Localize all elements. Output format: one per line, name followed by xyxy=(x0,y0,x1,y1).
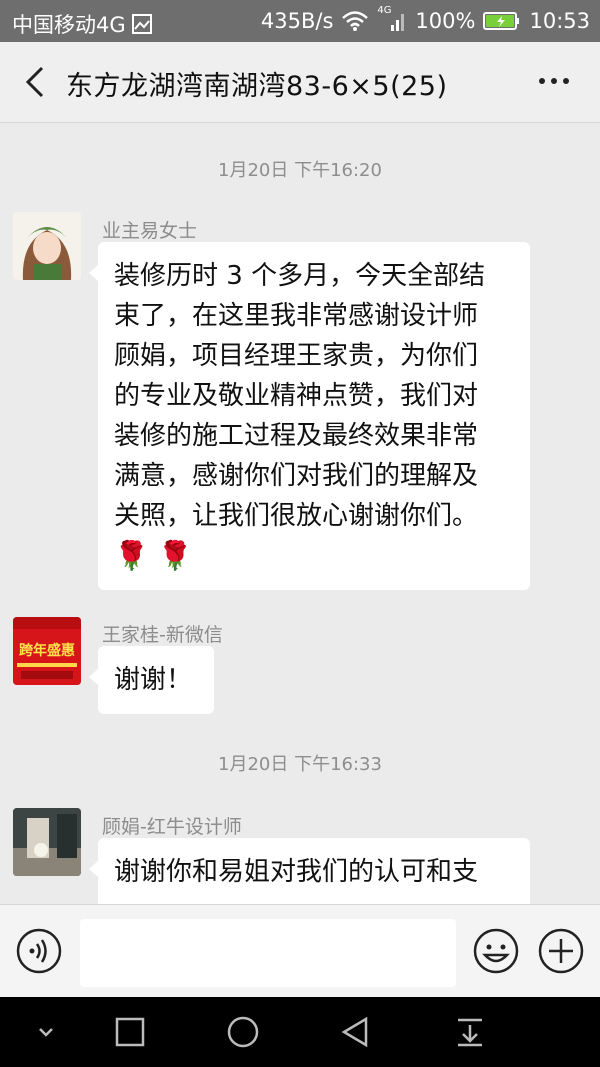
nav-home-icon[interactable] xyxy=(225,1015,261,1049)
avatar[interactable] xyxy=(13,212,81,280)
message-line: 束了，在这里我非常感谢设计师 xyxy=(114,301,479,331)
signal-icon: 4G xyxy=(377,5,407,33)
message-bubble[interactable]: 装修历时 3 个多月，今天全部结 束了，在这里我非常感谢设计师 顾娟，项目经理王… xyxy=(89,242,530,590)
input-bar xyxy=(0,904,600,998)
chat-area[interactable]: 1月20日 下午16:20 业主易女士 装修历时 3 个多月，今天全部结 束了，… xyxy=(0,122,600,904)
nav-square-icon[interactable] xyxy=(112,1015,148,1049)
emoji-icon[interactable] xyxy=(472,927,520,975)
avatar-caption: 跨年盛惠 xyxy=(19,642,75,659)
nav-back-icon[interactable] xyxy=(338,1015,374,1049)
battery-percent: 100% xyxy=(415,9,476,33)
message-bubble[interactable]: 谢谢！ xyxy=(89,646,214,714)
rose-emoji: 🌹 🌹 xyxy=(114,539,193,572)
avatar[interactable] xyxy=(13,808,81,876)
nav-down-icon[interactable] xyxy=(28,1015,64,1049)
back-icon[interactable] xyxy=(20,64,50,100)
plus-icon[interactable] xyxy=(537,927,585,975)
status-bar: 中国移动4G 435B/s 4G 100% 10:53 xyxy=(0,0,600,42)
chat-header: 东方龙湖湾南湖湾83-6×5(25) xyxy=(0,42,600,123)
voice-icon[interactable] xyxy=(16,928,62,974)
sender-name: 业主易女士 xyxy=(102,220,198,242)
timestamp: 1月20日 下午16:20 xyxy=(218,160,382,181)
clock: 10:53 xyxy=(529,9,590,33)
timestamp: 1月20日 下午16:33 xyxy=(218,754,382,775)
carrier-text: 中国移动4G xyxy=(12,13,126,37)
sender-name: 王家桂-新微信 xyxy=(102,624,223,646)
message-line: 的专业及敬业精神点赞，我们对 xyxy=(114,381,479,411)
avatar[interactable]: 跨年盛惠 xyxy=(13,617,81,685)
image-icon xyxy=(131,14,152,34)
message-line: 顾娟，项目经理王家贵，为你们 xyxy=(114,341,479,371)
message-line: 关照，让我们很放心谢谢你们。 xyxy=(114,501,479,531)
message-line: 满意，感谢你们对我们的理解及 xyxy=(114,461,479,491)
wifi-icon xyxy=(342,11,369,31)
message-line: 装修的施工过程及最终效果非常 xyxy=(114,421,479,451)
message-line: 装修历时 3 个多月，今天全部结 xyxy=(114,261,486,291)
system-nav-bar xyxy=(0,997,600,1067)
sender-name: 顾娟-红牛设计师 xyxy=(102,816,242,838)
message-input[interactable] xyxy=(80,919,456,987)
chat-title: 东方龙湖湾南湖湾83-6×5(25) xyxy=(66,71,448,102)
network-speed: 435B/s xyxy=(260,9,334,33)
message-line: 谢谢你和易姐对我们的认可和支 xyxy=(114,857,479,887)
message-line: 谢谢！ xyxy=(114,665,193,695)
message-bubble[interactable]: 谢谢你和易姐对我们的认可和支 xyxy=(89,838,530,904)
battery-icon xyxy=(483,12,520,30)
nav-notification-icon[interactable] xyxy=(452,1015,488,1049)
more-icon[interactable] xyxy=(534,66,574,96)
